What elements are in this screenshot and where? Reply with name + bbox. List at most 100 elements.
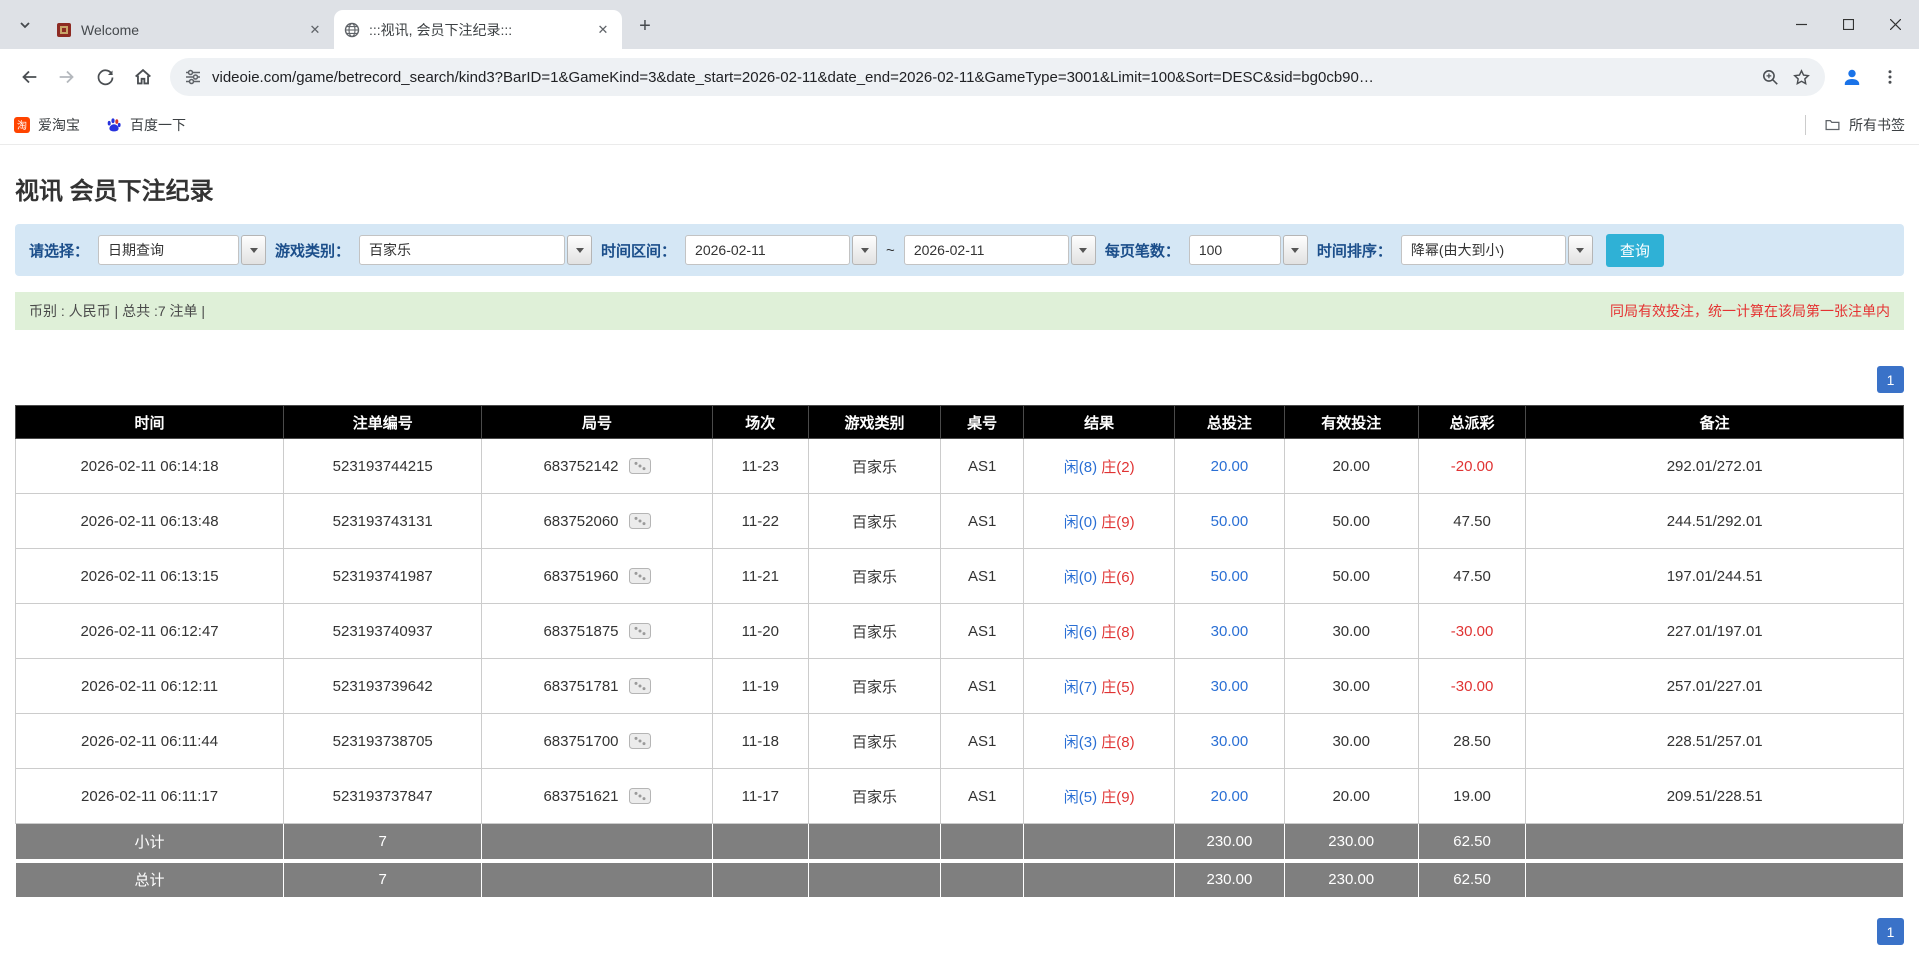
game-kind-value[interactable]: 百家乐 (359, 235, 566, 265)
grand-total-row: 总计 7 230.00 230.00 62.50 (14, 858, 1904, 898)
chevron-down-icon (860, 247, 869, 253)
empty-cell (711, 858, 809, 898)
page-size-value[interactable]: 100 (1188, 235, 1281, 265)
cell-bet-id: 523193739642 (283, 658, 483, 714)
result-banker: 庄(2) (1101, 458, 1135, 476)
cell-valid-bet: 30.00 (1283, 658, 1419, 714)
tab-close-icon[interactable]: ✕ (306, 21, 324, 39)
cell-round: 683751621 (481, 768, 713, 824)
browser-titlebar: Welcome ✕ :::视讯, 会员下注纪录::: ✕ + (0, 0, 1919, 49)
home-button[interactable] (124, 58, 162, 96)
round-detail-button[interactable] (628, 788, 651, 804)
subtotal-label: 小计 (14, 823, 285, 861)
column-header: 局号 (481, 405, 713, 439)
cell-total-bet[interactable]: 30.00 (1174, 658, 1285, 714)
cell-valid-bet: 50.00 (1283, 493, 1419, 549)
game-kind-label: 游戏类别： (275, 242, 351, 260)
cell-total-bet[interactable]: 50.00 (1174, 548, 1285, 604)
url-text[interactable]: videoie.com/game/betrecord_search/kind3?… (212, 69, 1749, 86)
cell-session: 11-17 (711, 768, 809, 824)
bookmark-baidu[interactable]: 百度一下 (106, 115, 186, 135)
bookmark-taobao[interactable]: 淘 爱淘宝 (14, 115, 80, 135)
tab-betrecord[interactable]: :::视讯, 会员下注纪录::: ✕ (334, 10, 622, 49)
round-detail-button[interactable] (628, 623, 651, 639)
result-player: 闲(0) (1063, 568, 1098, 586)
cell-total-bet[interactable]: 30.00 (1174, 713, 1285, 769)
dropdown-arrow-button[interactable] (567, 235, 593, 265)
cell-round: 683751781 (481, 658, 713, 714)
round-detail-button[interactable] (628, 733, 651, 749)
cell-time: 2026-02-11 06:11:44 (14, 713, 285, 769)
cell-total-bet[interactable]: 20.00 (1174, 438, 1285, 494)
cell-game-kind: 百家乐 (807, 438, 942, 494)
bookmark-label: 爱淘宝 (38, 116, 80, 133)
cell-table-no: AS1 (940, 548, 1025, 604)
page-size-select[interactable]: 100 (1188, 235, 1308, 265)
date-end-select[interactable]: 2026-02-11 (903, 235, 1096, 265)
pagination-top: 1 (15, 366, 1904, 393)
table-row: 2026-02-11 06:14:18 523193744215 683752142… (14, 438, 1904, 494)
tab-close-icon[interactable]: ✕ (594, 21, 612, 39)
cell-payout: 47.50 (1417, 548, 1527, 604)
browser-menu-button[interactable] (1871, 58, 1909, 96)
subtotal-valid-bet: 230.00 (1283, 823, 1419, 861)
sort-select[interactable]: 降幂(由大到小) (1400, 235, 1593, 265)
close-window-button[interactable] (1872, 0, 1919, 49)
cell-total-bet[interactable]: 30.00 (1174, 603, 1285, 659)
zoom-icon[interactable] (1761, 68, 1780, 87)
cell-result: 闲(0) 庄(9) (1023, 493, 1176, 549)
tab-search-button[interactable] (10, 10, 40, 40)
cell-session: 11-18 (711, 713, 809, 769)
maximize-button[interactable] (1825, 0, 1872, 49)
cell-total-bet[interactable]: 20.00 (1174, 768, 1285, 824)
back-button[interactable] (10, 58, 48, 96)
search-button[interactable]: 查询 (1605, 233, 1664, 267)
result-player: 闲(7) (1063, 678, 1098, 696)
bookmark-star-icon[interactable] (1792, 68, 1811, 87)
new-tab-button[interactable]: + (630, 11, 660, 41)
date-end-value[interactable]: 2026-02-11 (903, 235, 1069, 265)
cell-round: 683752142 (481, 438, 713, 494)
site-info-icon[interactable] (184, 68, 202, 86)
cell-game-kind: 百家乐 (807, 768, 942, 824)
sort-value[interactable]: 降幂(由大到小) (1400, 235, 1566, 265)
reload-button[interactable] (86, 58, 124, 96)
bookmarks-divider (1805, 114, 1806, 135)
profile-avatar[interactable] (1833, 58, 1871, 96)
cell-bet-id: 523193740937 (283, 603, 483, 659)
date-mode-value[interactable]: 日期查询 (98, 235, 240, 265)
round-detail-button[interactable] (628, 513, 651, 529)
date-start-select[interactable]: 2026-02-11 (685, 235, 878, 265)
tab-welcome[interactable]: Welcome ✕ (46, 10, 335, 49)
empty-cell (711, 823, 809, 861)
cell-game-kind: 百家乐 (807, 713, 942, 769)
game-kind-select[interactable]: 百家乐 (359, 235, 593, 265)
minimize-button[interactable] (1778, 0, 1825, 49)
all-bookmarks-button[interactable]: 所有书签 (1849, 115, 1905, 135)
dropdown-arrow-button[interactable] (1070, 235, 1096, 265)
dropdown-arrow-button[interactable] (852, 235, 878, 265)
cell-session: 11-23 (711, 438, 809, 494)
page-size-label: 每页笔数： (1104, 242, 1180, 260)
cell-note: 257.01/227.01 (1525, 658, 1904, 714)
filter-bar: 请选择： 日期查询 游戏类别： 百家乐 时间区间： 2026-02-11 ~ 2… (15, 224, 1904, 276)
forward-button[interactable] (48, 58, 86, 96)
grand-total-valid-bet: 230.00 (1283, 858, 1419, 898)
round-detail-button[interactable] (628, 458, 651, 474)
round-number: 683751621 (543, 787, 619, 805)
result-player: 闲(0) (1063, 513, 1098, 531)
dropdown-arrow-button[interactable] (1282, 235, 1308, 265)
round-detail-button[interactable] (628, 568, 651, 584)
date-mode-select[interactable]: 日期查询 (98, 235, 267, 265)
pagination-page-button[interactable]: 1 (1877, 918, 1904, 945)
round-detail-button[interactable] (628, 678, 651, 694)
url-bar[interactable]: videoie.com/game/betrecord_search/kind3?… (170, 58, 1825, 96)
round-cell-inner: 683751960 (543, 568, 651, 585)
dropdown-arrow-button[interactable] (1567, 235, 1593, 265)
date-start-value[interactable]: 2026-02-11 (685, 235, 851, 265)
dropdown-arrow-button[interactable] (241, 235, 267, 265)
cell-total-bet[interactable]: 50.00 (1174, 493, 1285, 549)
globe-favicon (344, 22, 360, 38)
column-header: 备注 (1525, 405, 1904, 439)
pagination-page-button[interactable]: 1 (1877, 366, 1904, 393)
